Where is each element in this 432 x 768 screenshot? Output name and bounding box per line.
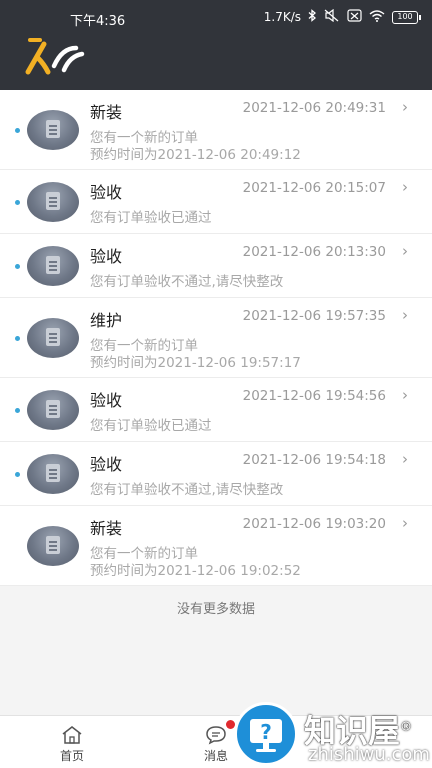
chevron-right-icon: ›	[402, 98, 408, 116]
watermark: ? 知识屋® zhishiwu.com	[232, 698, 432, 768]
unread-dot	[15, 264, 20, 269]
message-title: 验收	[90, 183, 123, 202]
message-date: 2021-12-06 20:49:31	[242, 100, 386, 116]
message-avatar-icon	[27, 454, 79, 494]
message-body-line: 您有订单验收不通过,请尽快整改	[90, 274, 284, 290]
message-date: 2021-12-06 19:54:56	[242, 388, 386, 404]
message-item[interactable]: 验收 2021-12-06 20:13:30 › 您有订单验收不通过,请尽快整改	[0, 234, 432, 298]
unread-dot	[15, 200, 20, 205]
message-avatar-icon	[27, 390, 79, 430]
message-avatar-icon	[27, 318, 79, 358]
unread-dot	[15, 128, 20, 133]
unread-dot	[15, 336, 20, 341]
message-date: 2021-12-06 20:15:07	[242, 180, 386, 196]
message-item[interactable]: 新装 2021-12-06 20:49:31 › 您有一个新的订单 预约时间为2021-…	[0, 90, 432, 170]
watermark-url: zhishiwu.com	[308, 744, 430, 765]
chat-icon	[206, 726, 226, 745]
status-bar: 下午4:36 1.7K/s 100	[0, 0, 432, 36]
chevron-right-icon: ›	[402, 178, 408, 196]
message-title: 验收	[90, 455, 123, 474]
message-item[interactable]: 验收 2021-12-06 20:15:07 › 您有订单验收已通过	[0, 170, 432, 234]
message-list: 新装 2021-12-06 20:49:31 › 您有一个新的订单 预约时间为2021-…	[0, 90, 432, 586]
brand-logo	[25, 38, 85, 75]
message-title: 验收	[90, 247, 123, 266]
home-icon	[62, 726, 82, 744]
unread-dot	[15, 472, 20, 477]
message-body-line: 您有订单验收已通过	[90, 210, 212, 226]
battery-icon: 100	[392, 10, 421, 24]
chevron-right-icon: ›	[402, 386, 408, 404]
message-avatar-icon	[27, 110, 79, 150]
message-avatar-icon	[27, 246, 79, 286]
network-speed: 1.7K/s	[263, 10, 301, 24]
message-avatar-icon	[27, 182, 79, 222]
chevron-right-icon: ›	[402, 306, 408, 324]
message-item[interactable]: 新装 2021-12-06 19:03:20 › 您有一个新的订单 预约时间为2021-…	[0, 506, 432, 586]
message-item[interactable]: 验收 2021-12-06 19:54:56 › 您有订单验收已通过	[0, 378, 432, 442]
message-body-line: 预约时间为2021-12-06 19:02:52	[90, 563, 301, 579]
svg-text:?: ?	[260, 720, 272, 744]
unread-dot	[15, 408, 20, 413]
tab-messages-label: 消息	[203, 749, 228, 763]
watermark-logo: ?	[234, 702, 298, 766]
tab-home-label: 首页	[59, 749, 84, 763]
app-header	[0, 36, 432, 90]
message-body-line: 预约时间为2021-12-06 19:57:17	[90, 355, 301, 371]
chevron-right-icon: ›	[402, 242, 408, 260]
tab-home[interactable]: 首页	[40, 716, 104, 768]
chevron-right-icon: ›	[402, 514, 408, 532]
status-icons: 1.7K/s 100	[263, 8, 421, 25]
mute-icon	[324, 8, 340, 25]
wifi-icon	[369, 9, 385, 25]
message-title: 新装	[90, 519, 123, 538]
message-date: 2021-12-06 19:54:18	[242, 452, 386, 468]
message-avatar-icon	[27, 526, 79, 566]
chevron-right-icon: ›	[402, 450, 408, 468]
message-date: 2021-12-06 19:03:20	[242, 516, 386, 532]
status-time: 下午4:36	[70, 14, 126, 29]
message-title: 新装	[90, 103, 123, 122]
message-body-line: 您有订单验收不通过,请尽快整改	[90, 482, 284, 498]
message-date: 2021-12-06 19:57:35	[242, 308, 386, 324]
message-title: 验收	[90, 391, 123, 410]
message-date: 2021-12-06 20:13:30	[242, 244, 386, 260]
bluetooth-icon	[308, 9, 317, 25]
message-item[interactable]: 维护 2021-12-06 19:57:35 › 您有一个新的订单 预约时间为2021-…	[0, 298, 432, 378]
message-item[interactable]: 验收 2021-12-06 19:54:18 › 您有订单验收不通过,请尽快整改	[0, 442, 432, 506]
message-title: 维护	[90, 311, 123, 330]
no-sim-icon	[347, 9, 362, 25]
message-body-line: 预约时间为2021-12-06 20:49:12	[90, 147, 301, 163]
no-more-data: 没有更多数据	[176, 602, 255, 617]
message-body-line: 您有订单验收已通过	[90, 418, 212, 434]
